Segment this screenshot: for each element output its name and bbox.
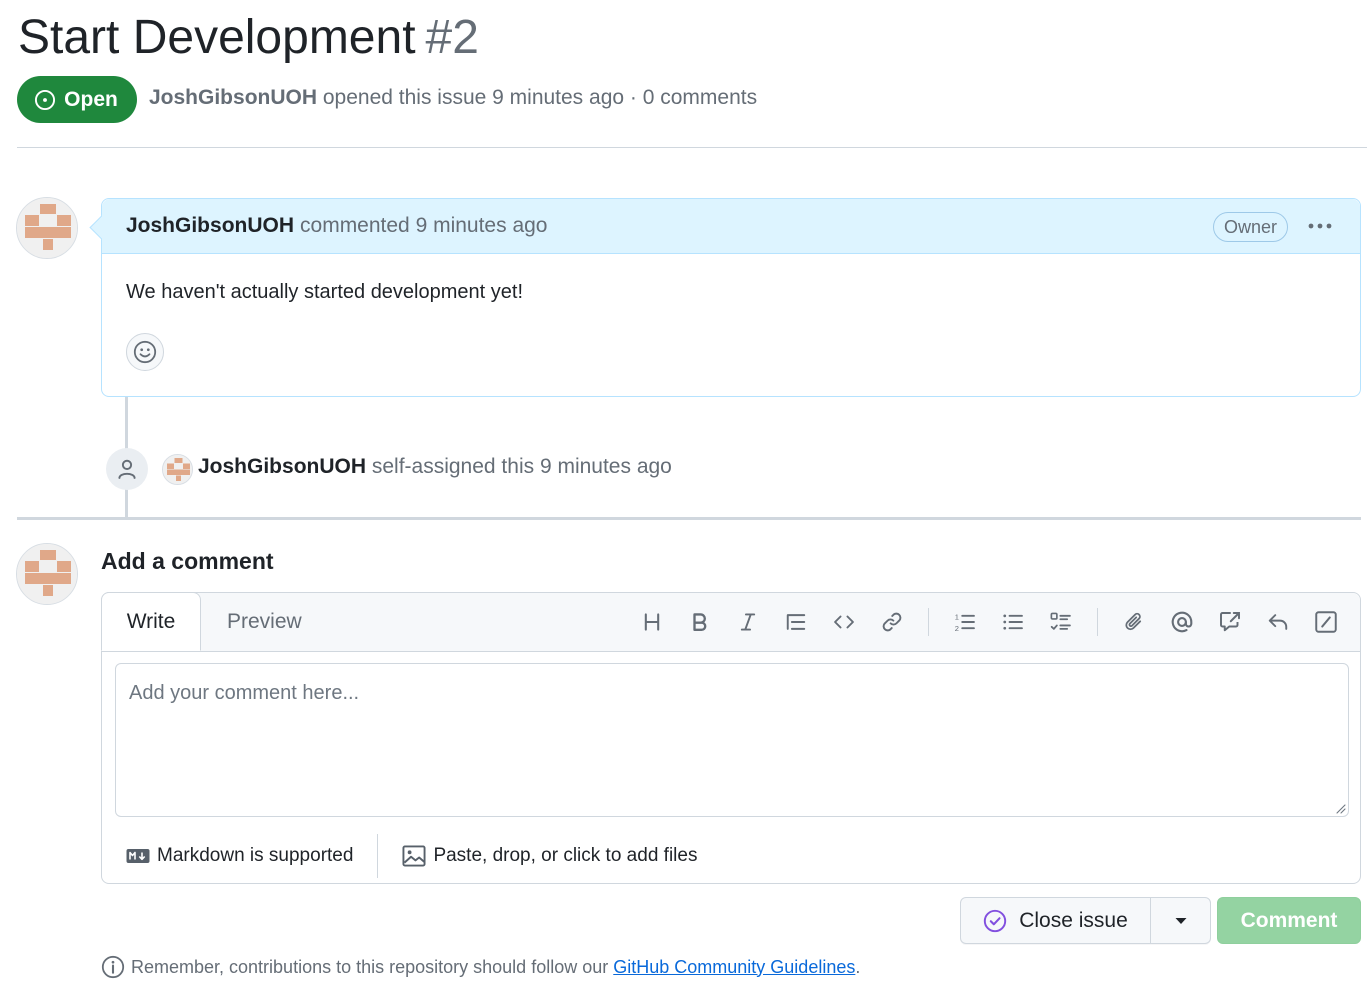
identicon-avatar: [17, 544, 77, 604]
toolbar-separator: [1097, 608, 1098, 636]
italic-icon: [740, 613, 756, 631]
cross-reference-icon: [1220, 612, 1240, 632]
issue-page: Start Development #2 Open JoshGibsonUOH o…: [0, 0, 1367, 1000]
assigned-event-badge: [106, 448, 148, 490]
link-button[interactable]: [872, 603, 912, 641]
guidelines-suffix: .: [855, 956, 861, 977]
comment-editor: Write Preview 1 2 Add your comment here.…: [101, 592, 1361, 884]
info-icon: [101, 955, 125, 979]
bold-icon: [693, 613, 707, 632]
identicon-avatar: [17, 198, 77, 258]
attach-button[interactable]: [1114, 603, 1154, 641]
add-reaction-button[interactable]: [126, 333, 164, 371]
image-icon: [402, 845, 426, 867]
identicon-avatar-small: [163, 455, 192, 484]
close-options-dropdown[interactable]: [1151, 898, 1210, 943]
tab-write[interactable]: Write: [101, 592, 201, 651]
community-guidelines-note: Remember, contributions to this reposito…: [101, 955, 860, 979]
issue-author-link[interactable]: JoshGibsonUOH: [149, 86, 317, 109]
editor-tabs: Write Preview 1 2: [101, 592, 1360, 652]
close-issue-button[interactable]: Close issue: [961, 898, 1151, 943]
assigned-event-text: JoshGibsonUOH self-assigned this 9 minut…: [198, 455, 672, 479]
comment-options-button[interactable]: [1300, 211, 1340, 241]
attach-files-hint[interactable]: Paste, drop, or click to add files: [378, 845, 697, 867]
mention-button[interactable]: [1162, 603, 1202, 641]
markdown-hint[interactable]: Markdown is supported: [102, 834, 379, 878]
header-divider: [17, 147, 1367, 148]
ordered-list-button[interactable]: 12: [945, 603, 985, 641]
community-guidelines-link[interactable]: GitHub Community Guidelines: [613, 957, 855, 978]
resize-handle-icon[interactable]: [1334, 802, 1346, 814]
quote-button[interactable]: [776, 603, 816, 641]
event-actor-avatar[interactable]: [162, 454, 193, 485]
reply-icon: [1268, 614, 1288, 630]
issue-comment: JoshGibsonUOH commented 9 minutes ago Ow…: [101, 198, 1361, 397]
comment-author-link[interactable]: JoshGibsonUOH: [126, 214, 294, 238]
tab-preview[interactable]: Preview: [227, 593, 302, 651]
paperclip-icon: [1125, 612, 1142, 631]
issue-closed-icon: [984, 909, 1007, 932]
kebab-horizontal-icon: [1308, 223, 1332, 229]
comment-time[interactable]: commented 9 minutes ago: [300, 214, 547, 238]
markdown-hint-text: Markdown is supported: [157, 845, 354, 866]
guidelines-prefix: Remember, contributions to this reposito…: [131, 956, 609, 977]
markdown-icon: [126, 849, 150, 863]
task-list-button[interactable]: [1041, 603, 1081, 641]
issue-meta: JoshGibsonUOH opened this issue 9 minute…: [149, 86, 757, 110]
svg-text:2: 2: [955, 624, 959, 633]
editor-footer: Markdown is supported Paste, drop, or cl…: [102, 829, 1360, 883]
add-comment-heading: Add a comment: [101, 548, 274, 574]
event-description: self-assigned this 9 minutes ago: [371, 455, 672, 478]
close-issue-label: Close issue: [1019, 908, 1128, 932]
unordered-list-icon: [1003, 614, 1023, 630]
svg-text:1: 1: [955, 612, 959, 621]
smiley-icon: [133, 340, 157, 364]
heading-button[interactable]: [632, 603, 672, 641]
slash-command-icon: [1315, 611, 1337, 633]
mention-icon: [1171, 611, 1193, 633]
slash-commands-button[interactable]: [1306, 603, 1346, 641]
link-icon: [882, 612, 902, 632]
issue-opened-icon: [35, 89, 56, 110]
timeline-divider: [17, 517, 1361, 520]
comment-body: We haven't actually started development …: [126, 281, 524, 303]
unordered-list-button[interactable]: [993, 603, 1033, 641]
attach-files-text: Paste, drop, or click to add files: [433, 845, 698, 866]
ordered-list-icon: 12: [955, 612, 975, 633]
reference-button[interactable]: [1210, 603, 1250, 641]
issue-opened-text: opened this issue 9 minutes ago · 0 comm…: [322, 86, 758, 109]
person-icon: [118, 459, 136, 479]
heading-icon: [644, 613, 660, 631]
issue-state-badge: Open: [17, 76, 137, 123]
markdown-toolbar: 12: [628, 603, 1350, 641]
issue-title-text: Start Development: [18, 11, 416, 64]
comment-textarea[interactable]: [115, 663, 1349, 817]
event-actor-link[interactable]: JoshGibsonUOH: [198, 455, 366, 478]
bold-button[interactable]: [680, 603, 720, 641]
code-icon: [834, 615, 854, 629]
triangle-down-icon: [1175, 917, 1186, 924]
quote-icon: [786, 614, 806, 630]
comment-author-avatar[interactable]: [16, 197, 78, 259]
task-list-icon: [1050, 612, 1071, 630]
close-issue-button-group: Close issue: [960, 897, 1211, 944]
comment-submit-button[interactable]: Comment: [1217, 897, 1361, 944]
current-user-avatar[interactable]: [16, 543, 78, 605]
code-button[interactable]: [824, 603, 864, 641]
toolbar-separator: [928, 608, 929, 636]
owner-badge: Owner: [1212, 212, 1288, 242]
saved-replies-button[interactable]: [1258, 603, 1298, 641]
issue-state-label: Open: [64, 87, 118, 111]
issue-title: Start Development #2: [18, 8, 479, 68]
italic-button[interactable]: [728, 603, 768, 641]
issue-number: #2: [425, 11, 479, 64]
comment-header: JoshGibsonUOH commented 9 minutes ago Ow…: [102, 199, 1360, 254]
